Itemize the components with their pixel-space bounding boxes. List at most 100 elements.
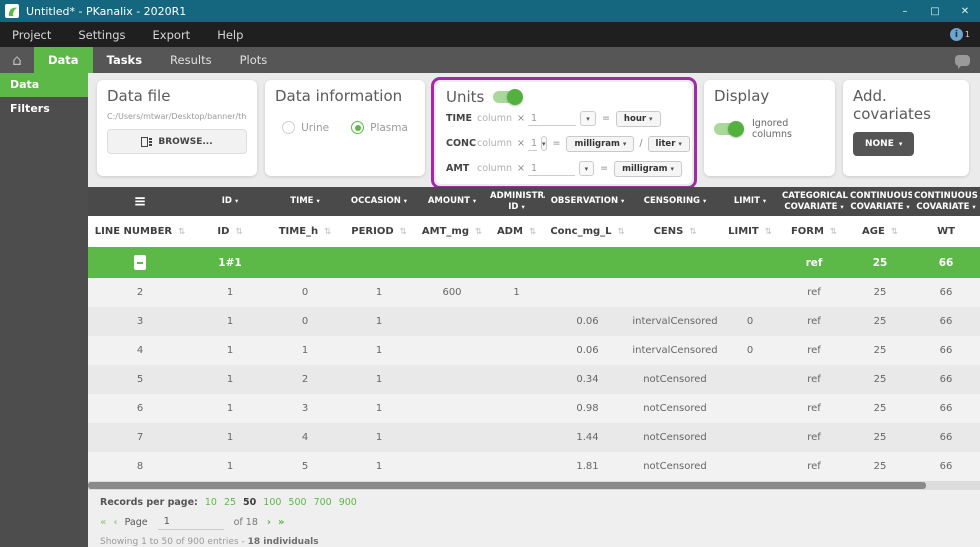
unit-factor-dropdown[interactable]: ▾ xyxy=(578,161,595,176)
mapping-limit[interactable]: LIMIT ▾ xyxy=(720,187,780,216)
mapping-continuous-covariate[interactable]: CONTINUOUS COVARIATE ▾ xyxy=(912,187,980,216)
last-page-button[interactable]: » xyxy=(278,517,284,528)
app-logo-icon xyxy=(5,4,19,18)
tab-data[interactable]: Data xyxy=(34,47,93,73)
mapping-continuous-covariate[interactable]: CONTINUOUS COVARIATE ▾ xyxy=(848,187,912,216)
column-header-limit[interactable]: LIMIT ⇅ xyxy=(720,216,780,247)
unit-factor-dropdown[interactable]: ▾ xyxy=(579,111,596,126)
chevron-down-icon: ▾ xyxy=(703,197,707,206)
tab-plots[interactable]: Plots xyxy=(226,47,282,73)
column-header-form[interactable]: FORM ⇅ xyxy=(780,216,848,247)
table-row[interactable]: 8 1 5 1 1.81 notCensored ref 25 66 xyxy=(88,452,980,481)
mapping-amount[interactable]: AMOUNT ▾ xyxy=(416,187,488,216)
table-cell xyxy=(416,336,488,365)
page-number-input[interactable] xyxy=(157,515,224,530)
records-option-900[interactable]: 900 xyxy=(339,497,357,508)
chevron-down-icon: ▾ xyxy=(621,197,625,206)
table-menu-button[interactable]: ≡ xyxy=(88,187,192,216)
horizontal-scrollbar[interactable] xyxy=(88,481,980,490)
tab-results[interactable]: Results xyxy=(156,47,226,73)
column-header-cens[interactable]: CENS ⇅ xyxy=(630,216,720,247)
group-cell xyxy=(416,247,488,278)
menu-settings[interactable]: Settings xyxy=(66,28,140,42)
mapping-administration-id[interactable]: ADMINISTRATION ID ▾ xyxy=(488,187,545,216)
table-row[interactable]: 2 1 0 1 600 1 ref 25 66 xyxy=(88,278,980,307)
table-cell: 3 xyxy=(301,403,309,414)
table-row[interactable]: 3 1 0 1 0.06 intervalCensored 0 ref 25 66 xyxy=(88,307,980,336)
info-icon[interactable]: i xyxy=(949,28,963,41)
table-row[interactable]: 7 1 4 1 1.44 notCensored ref 25 66 xyxy=(88,423,980,452)
units-toggle[interactable] xyxy=(493,89,524,105)
unit-factor-input[interactable]: 1 xyxy=(527,162,575,176)
group-cell: 1#1 xyxy=(218,256,242,269)
sidebar-item-filters[interactable]: Filters xyxy=(0,97,88,121)
column-header-conc-mg-l[interactable]: Conc_mg_L ⇅ xyxy=(545,216,630,247)
unit-select-milligram[interactable]: milligram ▾ xyxy=(614,160,682,177)
table-cell: 25 xyxy=(873,345,887,356)
table-row[interactable]: 6 1 3 1 0.98 notCensored ref 25 66 xyxy=(88,394,980,423)
records-option-700[interactable]: 700 xyxy=(314,497,332,508)
collapse-icon[interactable] xyxy=(134,255,146,270)
records-option-500[interactable]: 500 xyxy=(288,497,306,508)
menu-project[interactable]: Project xyxy=(0,28,66,42)
mapping-categorical-covariate[interactable]: CATEGORICAL COVARIATE ▾ xyxy=(780,187,848,216)
records-option-50[interactable]: 50 xyxy=(243,497,256,508)
unit-factor-dropdown[interactable]: ▾ xyxy=(541,136,547,151)
browse-button[interactable]: BROWSE... xyxy=(107,129,247,154)
covariates-none-button[interactable]: NONE ▾ xyxy=(853,132,915,156)
group-cell xyxy=(630,247,720,278)
column-header-time-h[interactable]: TIME_h ⇅ xyxy=(268,216,342,247)
ignored-columns-toggle[interactable] xyxy=(714,121,744,137)
table-cell: 1 xyxy=(375,461,383,472)
column-header-period[interactable]: PERIOD ⇅ xyxy=(342,216,416,247)
window-title: Untitled* - PKanalix - 2020R1 xyxy=(26,4,187,18)
close-button[interactable]: ✕ xyxy=(950,0,980,22)
column-header-line-number[interactable]: LINE NUMBER ⇅ xyxy=(88,216,192,247)
chevron-down-icon: ▾ xyxy=(898,140,903,148)
sidebar-item-data[interactable]: Data xyxy=(0,73,88,97)
mapping-occasion[interactable]: OCCASION ▾ xyxy=(342,187,416,216)
mapping-time[interactable]: TIME ▾ xyxy=(268,187,342,216)
maximize-button[interactable]: □ xyxy=(920,0,950,22)
records-option-10[interactable]: 10 xyxy=(205,497,217,508)
table-cell: 1.44 xyxy=(576,432,599,443)
unit-select-milligram[interactable]: milligram ▾ xyxy=(566,135,635,152)
prev-page-button[interactable]: ‹ xyxy=(113,517,117,528)
mapping-id[interactable]: ID ▾ xyxy=(192,187,268,216)
scrollbar-thumb[interactable] xyxy=(88,482,927,489)
column-header-age[interactable]: AGE ⇅ xyxy=(848,216,912,247)
table-cell: 25 xyxy=(873,316,887,327)
mapping-censoring[interactable]: CENSORING ▾ xyxy=(630,187,720,216)
column-header-wt[interactable]: WT xyxy=(912,216,980,247)
menu-export[interactable]: Export xyxy=(141,28,206,42)
table-row[interactable]: 4 1 1 1 0.06 intervalCensored 0 ref 25 66 xyxy=(88,336,980,365)
unit-select-hour[interactable]: hour ▾ xyxy=(615,110,661,127)
records-option-100[interactable]: 100 xyxy=(263,497,281,508)
column-header-id[interactable]: ID ⇅ xyxy=(192,216,268,247)
menu-help[interactable]: Help xyxy=(205,28,258,42)
table-cell: 66 xyxy=(939,345,953,356)
feedback-bubble-icon[interactable] xyxy=(955,54,970,69)
column-header-amt-mg[interactable]: AMT_mg ⇅ xyxy=(416,216,488,247)
individual-group-row[interactable]: 1#1 ref 25 66 xyxy=(88,247,980,278)
table-cell xyxy=(720,394,780,423)
minimize-button[interactable]: – xyxy=(890,0,920,22)
first-page-button[interactable]: « xyxy=(100,517,106,528)
next-page-button[interactable]: › xyxy=(267,517,271,528)
table-cell: 0 xyxy=(746,316,754,327)
home-icon[interactable]: ⌂ xyxy=(0,47,34,73)
table-cell: 600 xyxy=(442,287,462,298)
column-header-adm[interactable]: ADM ⇅ xyxy=(488,216,545,247)
mapping-observation[interactable]: OBSERVATION ▾ xyxy=(545,187,630,216)
radio-urine[interactable]: Urine xyxy=(282,121,329,134)
units-title: Units xyxy=(446,88,485,106)
unit-factor-input[interactable]: 1 xyxy=(527,112,576,126)
table-row[interactable]: 5 1 2 1 0.34 notCensored ref 25 66 xyxy=(88,365,980,394)
table-cell: 66 xyxy=(939,403,953,414)
unit-select-liter[interactable]: liter ▾ xyxy=(647,135,690,152)
tab-tasks[interactable]: Tasks xyxy=(93,47,156,73)
radio-plasma[interactable]: Plasma xyxy=(351,121,408,134)
records-option-25[interactable]: 25 xyxy=(224,497,236,508)
unit-factor-input[interactable]: 1 xyxy=(527,137,537,151)
panels-row: Data file C:/Users/mtwar/Desktop/banner/… xyxy=(88,73,980,189)
